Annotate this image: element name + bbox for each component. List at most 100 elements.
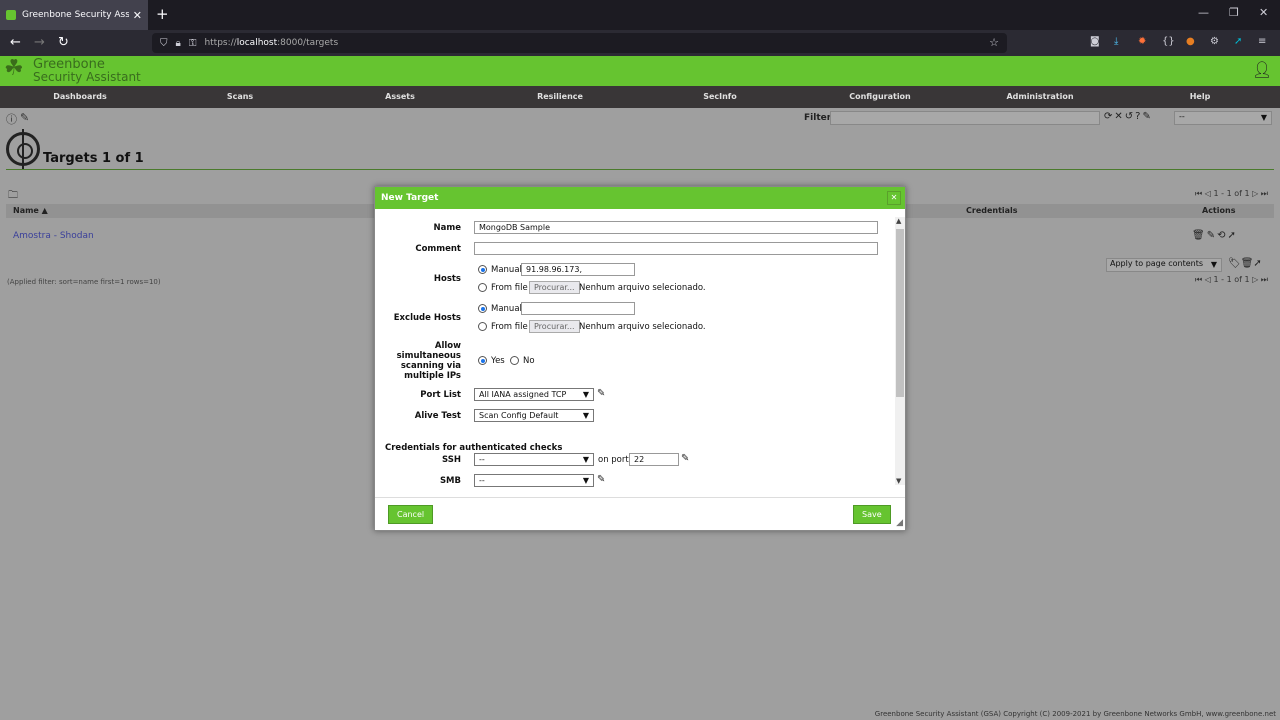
app-menu-icon[interactable]: ≡ [1258,36,1266,47]
table-row-name-link[interactable]: Amostra - Shodan [13,231,94,241]
save-button[interactable]: Save [853,505,891,524]
name-input[interactable]: MongoDB Sample [474,221,878,234]
chevron-down-icon: ▼ [582,390,589,399]
extension-arrow-icon[interactable]: ➚ [1234,36,1242,47]
browser-tab[interactable]: Greenbone Security Assistant - ✕ [0,0,148,30]
column-name[interactable]: Name ▲ [13,206,48,215]
menu-resilience[interactable]: Resilience [510,92,610,101]
allow-no-radio[interactable] [510,356,519,365]
dialog-scrollbar[interactable]: ▲ ▼ [895,217,905,485]
cancel-button[interactable]: Cancel [388,505,434,524]
smb-label: SMB [439,476,461,486]
chevron-down-icon: ▼ [582,411,589,420]
lock-icon: 🔒︎ [175,37,181,49]
main-menu: Dashboards Scans Assets Resilience SecIn… [0,86,1280,108]
pocket-icon[interactable]: ◙ [1090,36,1100,47]
close-window-icon[interactable]: ✕ [1259,6,1268,19]
scroll-down-icon[interactable]: ▼ [896,477,901,485]
hosts-label: Hosts [433,274,461,284]
allow-yes-label: Yes [491,356,505,366]
new-target-icon[interactable]: ✎ [20,111,29,124]
resize-handle-icon[interactable]: ◢ [896,518,903,528]
comment-label: Comment [415,244,461,254]
hosts-file-radio[interactable] [478,283,487,292]
greenbone-logo-icon[interactable]: ☘ [4,56,30,84]
name-label: Name [433,223,461,233]
allow-simultaneous-label-4: multiple IPs [404,371,461,381]
new-port-list-icon[interactable]: ✎ [597,388,605,399]
url-bar[interactable]: ⛉ 🔒︎ ⚿ https://localhost:8000/targets ☆ [152,33,1007,53]
menu-secinfo[interactable]: SecInfo [670,92,770,101]
scroll-thumb[interactable] [896,229,904,397]
bookmark-star-icon[interactable]: ☆ [989,36,999,49]
row-action-icons[interactable]: 🗑✎⟲➚ [1192,230,1238,241]
allow-yes-radio[interactable] [478,356,487,365]
exclude-browse-button[interactable]: Procurar... [529,320,580,333]
folder-icon[interactable]: 🗀 [8,188,18,205]
exclude-file-status: Nenhum arquivo selecionado. [579,322,706,332]
hosts-file-label: From file [491,283,528,293]
shield-icon: ⛉ [160,37,168,49]
new-tab-icon[interactable]: + [156,5,169,23]
smb-credential-select[interactable]: -- ▼ [474,474,594,487]
browser-navbar: ← → ↻ ⛉ 🔒︎ ⚿ https://localhost:8000/targ… [0,30,1280,56]
column-actions: Actions [1202,206,1236,215]
page-title: Targets 1 of 1 [43,151,144,166]
scroll-up-icon[interactable]: ▲ [896,217,901,225]
forward-icon[interactable]: → [34,35,45,50]
close-dialog-icon[interactable]: ✕ [887,191,901,205]
mouse-cursor-icon: ↖ [860,305,871,319]
on-port-label: on port [598,455,629,465]
menu-administration[interactable]: Administration [990,92,1090,101]
hosts-browse-button[interactable]: Procurar... [529,281,580,294]
reload-icon[interactable]: ↻ [58,35,69,50]
dialog-body: Name MongoDB Sample Comment Hosts Manual… [375,209,897,495]
back-icon[interactable]: ← [10,35,21,50]
help-icon[interactable]: ⓘ [6,111,17,127]
menu-scans[interactable]: Scans [190,92,290,101]
hosts-manual-radio[interactable] [478,265,487,274]
ssh-port-input[interactable]: 22 [629,453,679,466]
user-icon[interactable]: 👤︎ [1252,60,1272,80]
port-list-select[interactable]: All IANA assigned TCP ▼ [474,388,594,401]
pager-bottom[interactable]: ⏮ ◁ 1 - 1 of 1 ▷ ⏭ [1195,275,1268,285]
extension-cookie-icon[interactable]: ● [1186,36,1195,47]
minimize-icon[interactable]: — [1198,6,1209,19]
column-credentials[interactable]: Credentials [966,206,1018,215]
menu-configuration[interactable]: Configuration [830,92,930,101]
exclude-file-label: From file [491,322,528,332]
new-smb-credential-icon[interactable]: ✎ [597,474,605,485]
filter-action-icons[interactable]: ⟳✕↺?✎ [1104,111,1153,122]
allow-no-label: No [523,356,535,366]
allow-simultaneous-label-2: simultaneous [396,351,461,361]
menu-dashboards[interactable]: Dashboards [30,92,130,101]
exclude-manual-label: Manual [491,304,522,314]
ssh-credential-select[interactable]: -- ▼ [474,453,594,466]
hosts-input[interactable]: 91.98.96.173, [521,263,635,276]
extension-json-icon[interactable]: {} [1162,36,1175,47]
comment-input[interactable] [474,242,878,255]
new-ssh-credential-icon[interactable]: ✎ [681,453,689,464]
restore-icon[interactable]: ❐ [1229,6,1239,19]
pager-top[interactable]: ⏮ ◁ 1 - 1 of 1 ▷ ⏭ [1195,189,1268,199]
credentials-section-title: Credentials for authenticated checks [385,443,563,453]
bulk-action-icons[interactable]: 🏷🗑➚ [1228,258,1262,269]
app-header: ☘ Greenbone Security Assistant 👤︎ [0,56,1280,86]
allow-simultaneous-label-3: scanning via [400,361,461,371]
exclude-file-radio[interactable] [478,322,487,331]
brand-subtitle: Security Assistant [33,70,141,84]
extension-puzzle-icon[interactable]: ⚙ [1210,36,1219,47]
menu-help[interactable]: Help [1150,92,1250,101]
filter-input[interactable] [830,111,1100,125]
menu-assets[interactable]: Assets [350,92,450,101]
exclude-manual-radio[interactable] [478,304,487,313]
exclude-hosts-input[interactable] [521,302,635,315]
alive-test-select[interactable]: Scan Config Default ▼ [474,409,594,422]
filter-select[interactable]: -- ▼ [1174,111,1272,125]
downloads-icon[interactable]: ⤓ [1114,36,1118,47]
hosts-manual-label: Manual [491,265,522,275]
apply-to-select[interactable]: Apply to page contents ▼ [1106,258,1222,272]
close-tab-icon[interactable]: ✕ [133,9,142,22]
exclude-hosts-label: Exclude Hosts [393,313,461,323]
extension-fox-icon[interactable]: ✹ [1138,36,1146,47]
